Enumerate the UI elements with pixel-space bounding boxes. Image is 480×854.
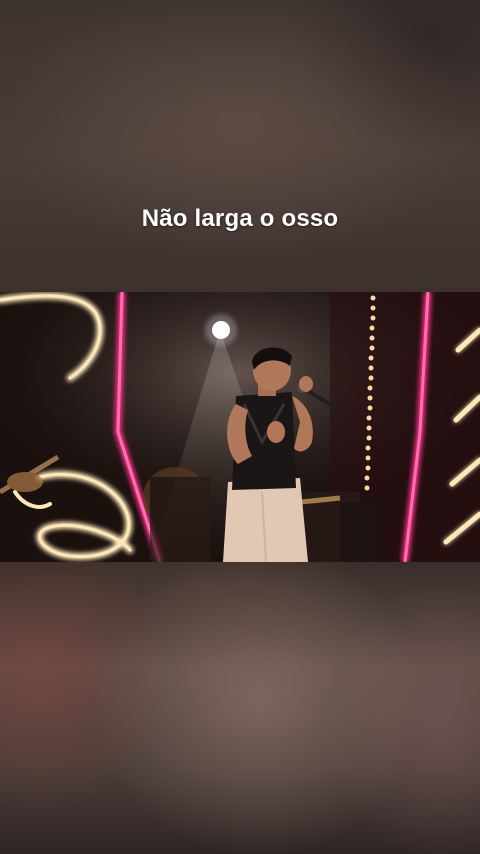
concert-stage-scene [0,292,480,562]
video-caption: Não larga o osso [141,205,339,232]
video-post-screen: Não larga o osso [0,0,480,854]
blurred-background-bottom [0,562,480,854]
video-player[interactable] [0,292,480,562]
blurred-background-top [0,0,480,292]
